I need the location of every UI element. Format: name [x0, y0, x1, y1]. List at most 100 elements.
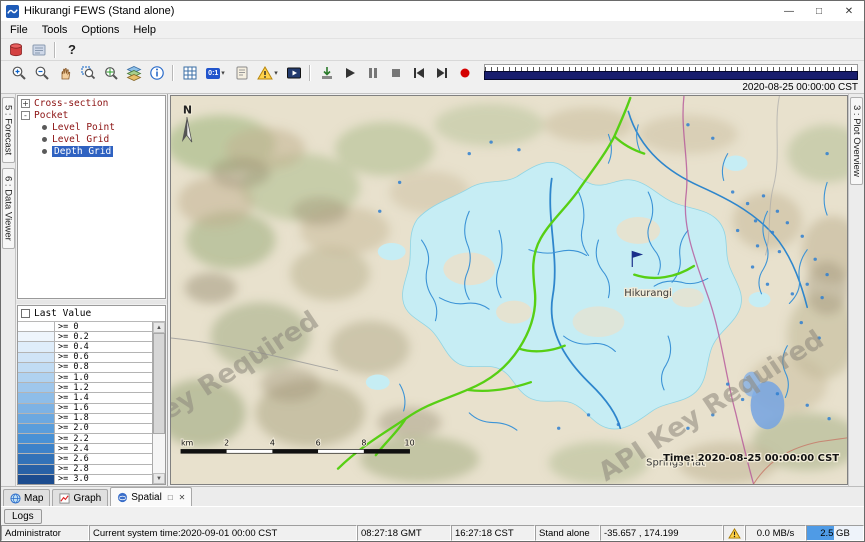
help-icon[interactable]: ? [61, 40, 83, 60]
legend-row[interactable]: >= 1.0 [18, 373, 152, 383]
legend-row[interactable]: >= 0.4 [18, 342, 152, 352]
status-warning-icon[interactable] [723, 525, 745, 541]
scroll-up-icon[interactable]: ▲ [153, 322, 165, 333]
display-tab-bar: Map Graph Spatial □ ✕ [1, 486, 864, 506]
legend-row[interactable]: >= 2.2 [18, 434, 152, 444]
tab-map[interactable]: Map [3, 489, 50, 506]
database-icon[interactable] [5, 40, 26, 60]
place-label-hikurangi: Hikurangi [624, 288, 672, 299]
legend-color-swatch [18, 322, 55, 331]
menu-item-tools[interactable]: Tools [35, 24, 75, 36]
legend-panel: Last Value >= 0>= 0.2>= 0.4>= 0.6>= 0.8>… [17, 305, 166, 485]
tab-spatial[interactable]: Spatial □ ✕ [110, 487, 192, 506]
legend-row[interactable]: >= 2.4 [18, 444, 152, 454]
close-tab-icon[interactable]: ✕ [179, 493, 186, 502]
scroll-down-icon[interactable]: ▼ [153, 473, 165, 484]
grid-display-icon[interactable] [179, 63, 200, 83]
legend-threshold-label: >= 2.4 [55, 444, 89, 453]
timeline-slider[interactable] [484, 71, 858, 80]
zoom-rectangle-icon[interactable] [77, 63, 98, 83]
stop-icon[interactable] [385, 63, 406, 83]
status-memory: 2.5 GB [806, 525, 864, 541]
toolbar-separator [172, 65, 174, 81]
legend-threshold-label: >= 0.8 [55, 363, 89, 372]
maximize-tab-icon[interactable]: □ [168, 493, 173, 502]
tree-item-pocket[interactable]: -Pocket [18, 109, 165, 121]
scrollbar-track[interactable] [153, 333, 165, 473]
scrollbar-thumb[interactable] [153, 333, 165, 434]
forecast-manager-icon[interactable] [28, 40, 49, 60]
tab-label: Map [24, 493, 43, 504]
legend-color-swatch [18, 424, 55, 433]
last-value-checkbox[interactable] [21, 309, 30, 318]
menu-item-help[interactable]: Help [126, 24, 163, 36]
tab-label: Spatial [131, 492, 162, 503]
node-bullet-icon [42, 137, 47, 142]
step-back-icon[interactable] [408, 63, 429, 83]
warning-dropdown-button[interactable]: ▾ [254, 63, 281, 83]
timestep-button[interactable]: 0:1 ▾ [202, 63, 229, 83]
legend-row[interactable]: >= 0.2 [18, 332, 152, 342]
tab-plot-overview[interactable]: 3 : Plot Overview [850, 97, 863, 185]
panel-splitter[interactable] [16, 300, 167, 304]
record-icon[interactable] [454, 63, 475, 83]
pan-hand-icon[interactable] [54, 63, 75, 83]
menu-item-options[interactable]: Options [74, 24, 126, 36]
zoom-extent-icon[interactable] [100, 63, 121, 83]
layers-icon[interactable] [123, 63, 144, 83]
tree-item-cross-section[interactable]: +Cross-section [18, 97, 165, 109]
map-view[interactable]: API Key Required API Key Required Hikura… [170, 95, 848, 485]
legend-color-swatch [18, 454, 55, 463]
menu-bar: FileToolsOptionsHelp [1, 21, 864, 38]
tree-item-depth-grid[interactable]: Depth Grid [18, 145, 165, 157]
timestep-icon: 0:1 [206, 68, 220, 79]
legend-row[interactable]: >= 2.6 [18, 454, 152, 464]
legend-threshold-label: >= 1.4 [55, 393, 89, 402]
menu-item-file[interactable]: File [3, 24, 35, 36]
legend-row[interactable]: >= 1.4 [18, 393, 152, 403]
status-gmt-time: 08:27:18 GMT [357, 525, 451, 541]
map-canvas[interactable]: API Key Required API Key Required Hikura… [171, 96, 847, 484]
zoom-out-icon[interactable] [31, 63, 52, 83]
legend-row[interactable]: >= 0 [18, 322, 152, 332]
collapse-icon[interactable]: - [21, 111, 30, 120]
legend-row[interactable]: >= 0.6 [18, 353, 152, 363]
legend-row[interactable]: >= 2.8 [18, 465, 152, 475]
minimize-button[interactable]: — [774, 1, 804, 21]
expand-icon[interactable]: + [21, 99, 30, 108]
play-icon[interactable] [339, 63, 360, 83]
close-button[interactable]: ✕ [834, 1, 864, 21]
legend-row[interactable]: >= 2.0 [18, 424, 152, 434]
legend-row[interactable]: >= 0.8 [18, 363, 152, 373]
legend-threshold-label: >= 2.8 [55, 465, 89, 474]
map-time-label: Time: 2020-08-25 00:00:00 CST [663, 453, 839, 464]
node-bullet-icon [42, 149, 47, 154]
tab-graph[interactable]: Graph [52, 489, 108, 506]
info-icon[interactable] [146, 63, 167, 83]
tree-item-level-point[interactable]: Level Point [18, 121, 165, 133]
chevron-down-icon: ▾ [274, 69, 278, 77]
svg-text:N: N [183, 103, 192, 116]
legend-row[interactable]: >= 1.6 [18, 404, 152, 414]
legend-row[interactable]: >= 1.8 [18, 414, 152, 424]
timeline-ruler[interactable] [484, 64, 858, 71]
pause-icon[interactable] [362, 63, 383, 83]
tree-item-level-grid[interactable]: Level Grid [18, 133, 165, 145]
legend-row[interactable]: >= 3.0 [18, 475, 152, 484]
logs-button[interactable]: Logs [4, 509, 42, 524]
export-animation-icon[interactable] [316, 63, 337, 83]
legend-scrollbar[interactable]: ▲ ▼ [152, 322, 165, 484]
legend-title: Last Value [34, 308, 91, 319]
legend-row[interactable]: >= 1.2 [18, 383, 152, 393]
tree-item-label: Pocket [34, 110, 68, 121]
window-title: Hikurangi FEWS (Stand alone) [24, 5, 174, 17]
zoom-in-icon[interactable] [8, 63, 29, 83]
scroll-document-icon[interactable] [231, 63, 252, 83]
animation-display-icon[interactable] [283, 63, 304, 83]
tab-forecast[interactable]: 5 : Forecast [2, 97, 15, 163]
maximize-button[interactable]: □ [804, 1, 834, 21]
legend-threshold-label: >= 2.6 [55, 454, 89, 463]
step-forward-icon[interactable] [431, 63, 452, 83]
tab-data-viewer[interactable]: 6 : Data Viewer [2, 168, 15, 249]
toolbar-separator [309, 65, 311, 81]
